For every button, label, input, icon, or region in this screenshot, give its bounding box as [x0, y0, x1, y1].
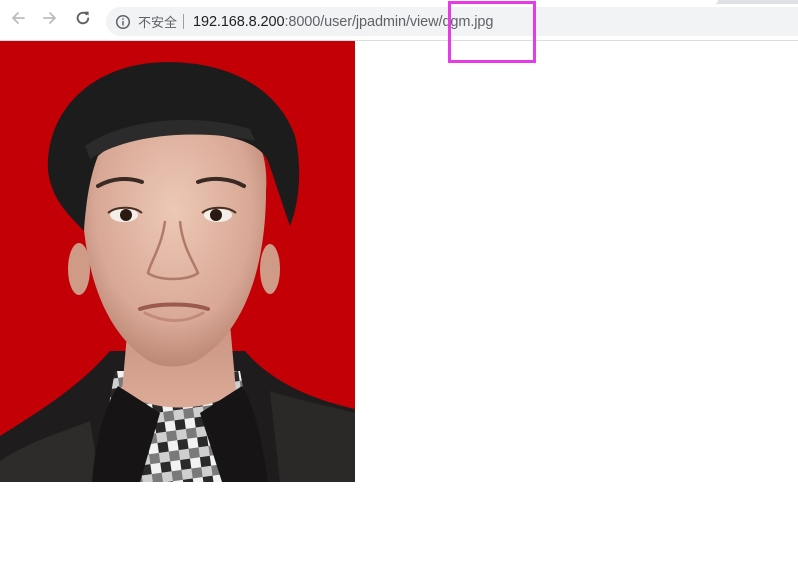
highlight-annotation-box [448, 1, 536, 63]
url-host: 192.168.8.200 [193, 13, 285, 30]
security-status-label[interactable]: 不安全 [138, 12, 177, 31]
viewed-photo [0, 41, 355, 482]
tab-strip-edge [0, 0, 798, 4]
forward-button[interactable] [39, 9, 61, 31]
arrow-left-icon [9, 9, 27, 31]
reload-icon [74, 9, 92, 31]
back-button[interactable] [7, 9, 29, 31]
info-circle-icon[interactable] [115, 14, 131, 30]
browser-toolbar: 不安全 192.168.8.200:8000/user/jpadmin/view… [0, 0, 798, 41]
arrow-right-icon [41, 9, 59, 31]
active-tab-edge[interactable] [0, 0, 718, 4]
address-separator [183, 14, 185, 29]
reload-button[interactable] [72, 9, 94, 31]
portrait-photo-drawing [0, 41, 355, 482]
